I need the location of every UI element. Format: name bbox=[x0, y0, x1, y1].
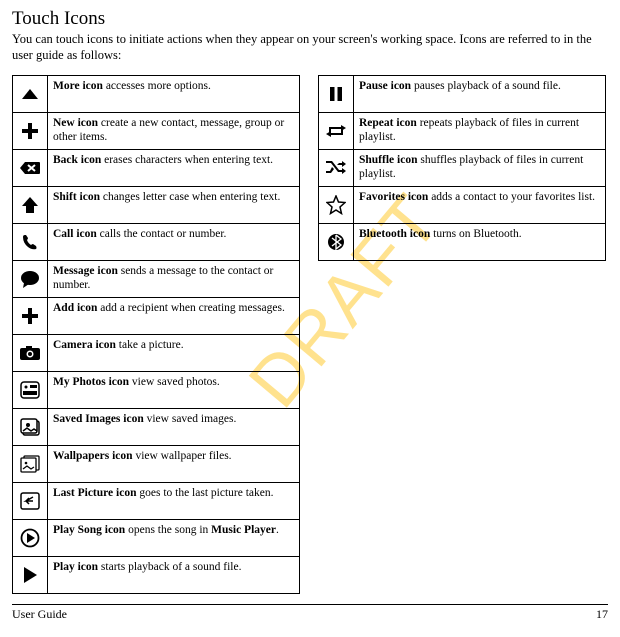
repeat-icon bbox=[319, 113, 354, 150]
table-row: Play icon starts playback of a sound fil… bbox=[13, 557, 300, 594]
saved-images-icon bbox=[13, 409, 48, 446]
call-icon bbox=[13, 224, 48, 261]
icon-desc: Add icon add a recipient when creating m… bbox=[48, 298, 300, 335]
icon-desc: Pause icon pauses playback of a sound fi… bbox=[354, 76, 606, 113]
left-icon-table: More icon accesses more options. New ico… bbox=[12, 75, 300, 594]
icon-desc: New icon create a new contact, message, … bbox=[48, 113, 300, 150]
play-song-icon bbox=[13, 520, 48, 557]
table-row: Back icon erases characters when enterin… bbox=[13, 150, 300, 187]
icon-desc: Repeat icon repeats playback of files in… bbox=[354, 113, 606, 150]
footer-page-number: 17 bbox=[596, 607, 608, 622]
page-footer: User Guide 17 bbox=[12, 604, 608, 622]
icon-desc: Shift icon changes letter case when ente… bbox=[48, 187, 300, 224]
table-row: Saved Images icon view saved images. bbox=[13, 409, 300, 446]
icon-desc: Shuffle icon shuffles playback of files … bbox=[354, 150, 606, 187]
table-row: Message icon sends a message to the cont… bbox=[13, 261, 300, 298]
icon-desc: Favorites icon adds a contact to your fa… bbox=[354, 187, 606, 224]
table-row: Pause icon pauses playback of a sound fi… bbox=[319, 76, 606, 113]
new-icon bbox=[13, 113, 48, 150]
play-icon bbox=[13, 557, 48, 594]
my-photos-icon bbox=[13, 372, 48, 409]
table-row: Camera icon take a picture. bbox=[13, 335, 300, 372]
table-row: Shift icon changes letter case when ente… bbox=[13, 187, 300, 224]
icon-desc: Play icon starts playback of a sound fil… bbox=[48, 557, 300, 594]
shuffle-icon bbox=[319, 150, 354, 187]
icon-desc: Call icon calls the contact or number. bbox=[48, 224, 300, 261]
icon-desc: More icon accesses more options. bbox=[48, 76, 300, 113]
right-icon-table: Pause icon pauses playback of a sound fi… bbox=[318, 75, 606, 261]
table-row: My Photos icon view saved photos. bbox=[13, 372, 300, 409]
table-row: Favorites icon adds a contact to your fa… bbox=[319, 187, 606, 224]
table-row: More icon accesses more options. bbox=[13, 76, 300, 113]
table-row: Bluetooth icon turns on Bluetooth. bbox=[319, 224, 606, 261]
footer-left: User Guide bbox=[12, 607, 67, 622]
add-icon bbox=[13, 298, 48, 335]
favorites-icon bbox=[319, 187, 354, 224]
icon-desc: Wallpapers icon view wallpaper files. bbox=[48, 446, 300, 483]
icon-desc: Camera icon take a picture. bbox=[48, 335, 300, 372]
bluetooth-icon bbox=[319, 224, 354, 261]
icon-desc: Saved Images icon view saved images. bbox=[48, 409, 300, 446]
shift-icon bbox=[13, 187, 48, 224]
table-row: Play Song icon opens the song in Music P… bbox=[13, 520, 300, 557]
icon-desc: Bluetooth icon turns on Bluetooth. bbox=[354, 224, 606, 261]
icon-desc: Last Picture icon goes to the last pictu… bbox=[48, 483, 300, 520]
intro-text: You can touch icons to initiate actions … bbox=[12, 32, 608, 63]
table-row: Last Picture icon goes to the last pictu… bbox=[13, 483, 300, 520]
back-icon bbox=[13, 150, 48, 187]
message-icon bbox=[13, 261, 48, 298]
icon-desc: Message icon sends a message to the cont… bbox=[48, 261, 300, 298]
table-row: Add icon add a recipient when creating m… bbox=[13, 298, 300, 335]
table-row: Shuffle icon shuffles playback of files … bbox=[319, 150, 606, 187]
icon-desc: Back icon erases characters when enterin… bbox=[48, 150, 300, 187]
pause-icon bbox=[319, 76, 354, 113]
table-row: Repeat icon repeats playback of files in… bbox=[319, 113, 606, 150]
camera-icon bbox=[13, 335, 48, 372]
icon-desc: Play Song icon opens the song in Music P… bbox=[48, 520, 300, 557]
more-icon bbox=[13, 76, 48, 113]
icon-desc: My Photos icon view saved photos. bbox=[48, 372, 300, 409]
table-row: Call icon calls the contact or number. bbox=[13, 224, 300, 261]
wallpapers-icon bbox=[13, 446, 48, 483]
section-title: Touch Icons bbox=[12, 8, 608, 30]
table-row: Wallpapers icon view wallpaper files. bbox=[13, 446, 300, 483]
last-picture-icon bbox=[13, 483, 48, 520]
table-row: New icon create a new contact, message, … bbox=[13, 113, 300, 150]
